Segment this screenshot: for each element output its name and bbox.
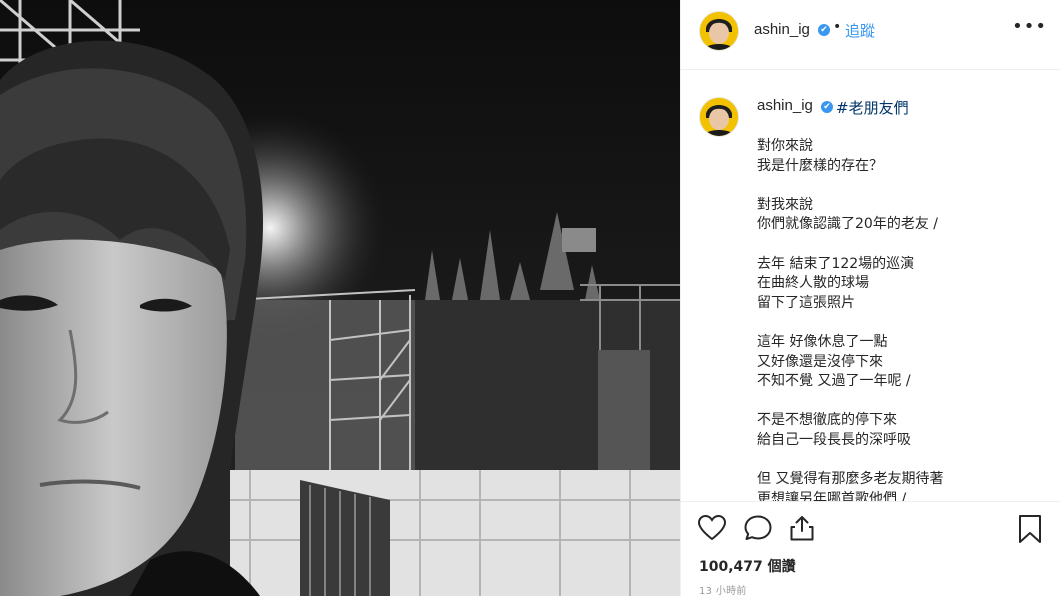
separator-dot: • [833,19,842,35]
caption-line [757,392,1052,412]
heart-icon[interactable] [697,514,727,546]
verified-badge-icon: ✔ [818,24,830,36]
share-icon[interactable] [787,514,817,546]
caption-line: 你們就像認識了20年的老友 / [757,216,938,233]
caption-line: 更想讓另年哪首歌他們 / [757,490,907,501]
caption-text: 對你來說我是什麼樣的存在？ 對我來說你們就像認識了20年的老友 / 去年 結束了12… [757,137,1052,501]
photo-image [0,0,680,596]
caption-line: 但 又覺得有那麼多老友期待著 [757,471,944,488]
caption-line: 不是不想徹底的停下來 [757,412,897,429]
caption-line: 這年 好像休息了一點 [757,333,888,350]
username[interactable]: ashin_ig [754,21,810,38]
caption-hashtag[interactable]: #老朋友們 [836,97,909,118]
more-options-icon[interactable]: ••• [1012,16,1047,37]
caption-line [757,313,1052,333]
caption-line [757,235,1052,255]
caption-line: 不知不覺 又過了一年呢 / [757,373,911,390]
caption-line: 對你來說 [757,138,813,154]
caption-line: 對我來說 [757,196,813,213]
post-side-panel: ashin_ig ✔ • 追蹤 ••• ashin_ig ✔ #老朋友們 對你來… [680,0,1060,597]
caption-line: 又好像還是沒停下來 [757,353,883,370]
bookmark-icon[interactable] [1017,514,1043,548]
caption-line [757,451,1052,471]
caption-line: 我是什麼樣的存在？ [757,157,883,174]
follow-button[interactable]: 追蹤 [845,20,875,41]
caption-line: 給自己一段長長的深呼吸 [757,431,911,448]
post-timestamp[interactable]: 13 小時前 [699,582,747,597]
verified-badge-icon: ✔ [821,101,833,113]
caption-username[interactable]: ashin_ig [757,97,813,114]
caption-line: 去年 結束了122場的巡演 [757,255,915,272]
comment-icon[interactable] [743,514,773,546]
caption-line: 留下了這張照片 [757,294,855,311]
caption-avatar[interactable] [699,97,739,137]
caption-line [757,176,1052,196]
post-actions: 100,477 個讚 13 小時前 [681,501,1060,597]
post-header: ashin_ig ✔ • 追蹤 ••• [681,0,1060,70]
caption-scroll-area[interactable]: ashin_ig ✔ #老朋友們 對你來說我是什麼樣的存在？ 對我來說你們就像認識… [681,71,1060,501]
caption-line: 在曲終人散的球場 [757,275,869,292]
post-photo[interactable] [0,0,680,596]
likes-count[interactable]: 100,477 個讚 [699,556,796,576]
avatar-image [700,98,738,136]
avatar-image [700,12,738,50]
avatar[interactable] [699,11,739,51]
